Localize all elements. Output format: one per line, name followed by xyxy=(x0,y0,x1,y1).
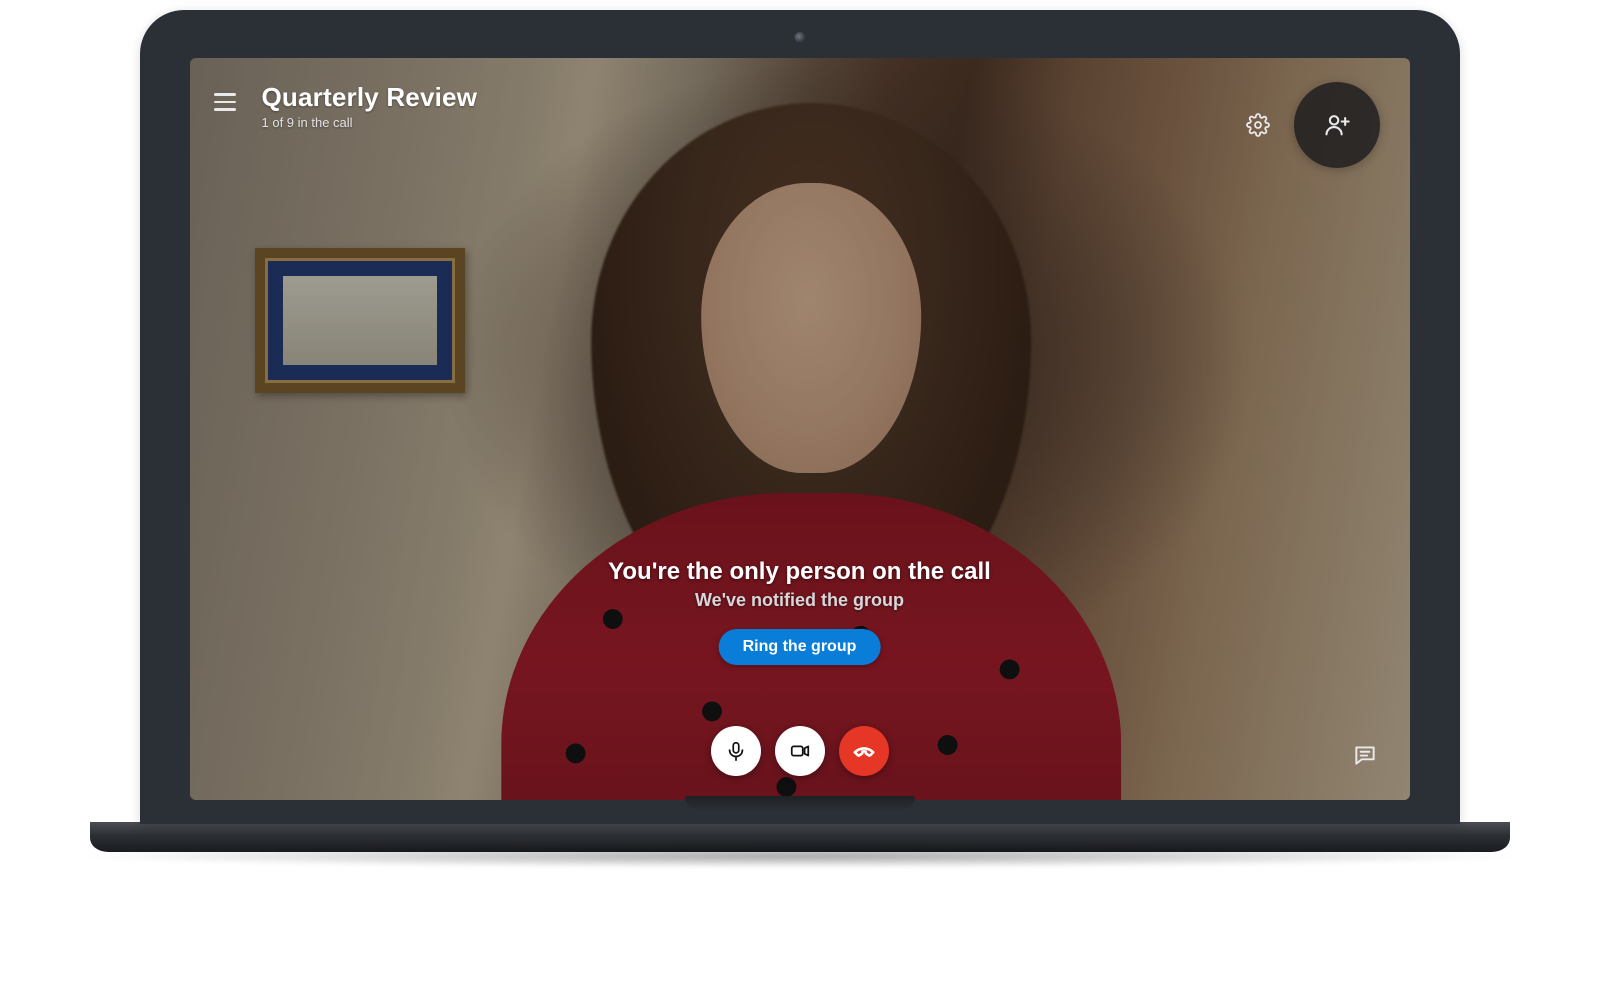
laptop-body: Quarterly Review 1 of 9 in the call xyxy=(140,10,1460,824)
hang-up-button[interactable] xyxy=(839,726,889,776)
call-title: Quarterly Review xyxy=(262,82,478,113)
hang-up-icon xyxy=(851,738,877,764)
microphone-icon xyxy=(725,740,747,762)
add-person-icon xyxy=(1323,111,1351,139)
video-camera-icon xyxy=(789,740,811,762)
add-participant-button[interactable] xyxy=(1294,82,1380,168)
toggle-microphone-button[interactable] xyxy=(711,726,761,776)
gear-icon xyxy=(1246,113,1270,137)
menu-button[interactable] xyxy=(214,88,242,116)
open-chat-button[interactable] xyxy=(1350,740,1380,770)
lonely-call-notice: You're the only person on the call We've… xyxy=(608,558,991,665)
ring-group-button[interactable]: Ring the group xyxy=(719,629,881,665)
laptop-camera xyxy=(794,32,805,43)
chat-icon xyxy=(1352,742,1378,768)
toggle-video-button[interactable] xyxy=(775,726,825,776)
video-dim-overlay xyxy=(190,58,1410,800)
laptop-shadow xyxy=(70,844,1530,868)
notice-subtitle: We've notified the group xyxy=(608,590,991,611)
notice-title: You're the only person on the call xyxy=(608,558,991,586)
settings-button[interactable] xyxy=(1244,111,1272,139)
laptop-device-frame: Quarterly Review 1 of 9 in the call xyxy=(140,10,1460,868)
call-header: Quarterly Review 1 of 9 in the call xyxy=(190,58,1410,168)
laptop-hinge-notch xyxy=(685,796,915,810)
participants-status: 1 of 9 in the call xyxy=(262,115,478,130)
call-controls xyxy=(711,726,889,776)
app-screen: Quarterly Review 1 of 9 in the call xyxy=(190,58,1410,800)
